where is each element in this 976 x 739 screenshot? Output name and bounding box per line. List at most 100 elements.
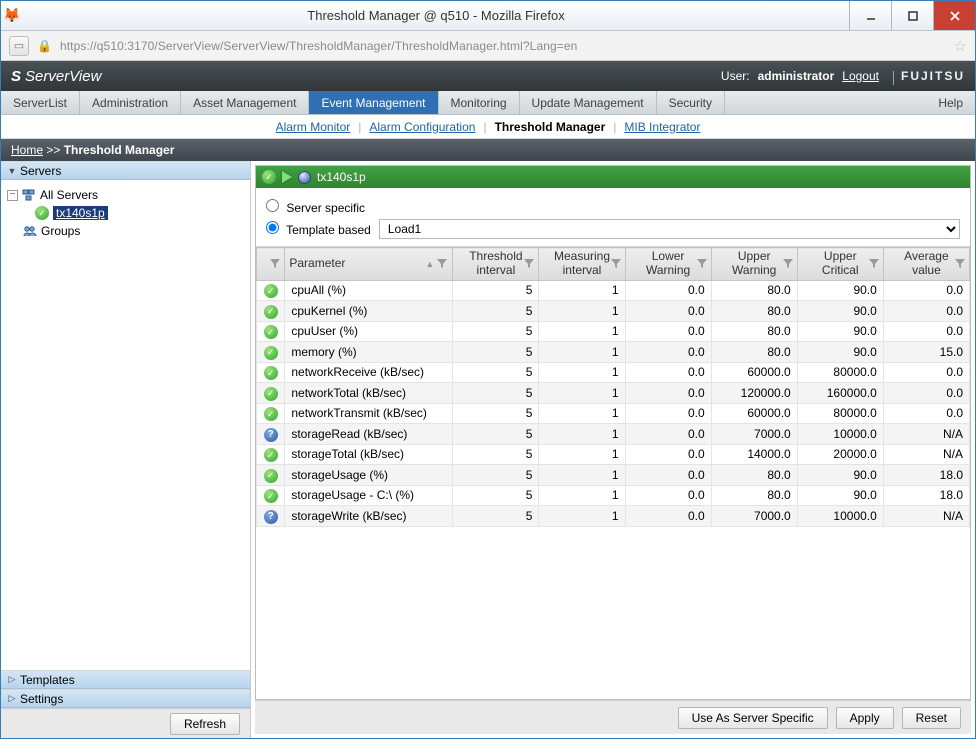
close-button[interactable] xyxy=(933,1,975,30)
tab-update-management[interactable]: Update Management xyxy=(520,91,657,114)
template-select[interactable]: Load1 xyxy=(379,219,960,239)
panel-servers-header[interactable]: ▼ Servers xyxy=(1,161,250,180)
tab-serverlist[interactable]: ServerList xyxy=(1,91,80,114)
col-average-value[interactable]: Averagevalue xyxy=(883,248,969,281)
status-ok-icon: ✓ xyxy=(264,489,278,503)
table-row[interactable]: ✓cpuUser (%)510.080.090.00.0 xyxy=(257,321,970,342)
apply-button[interactable]: Apply xyxy=(836,707,894,729)
breadcrumb-home[interactable]: Home xyxy=(11,143,43,157)
status-info-icon: ? xyxy=(264,510,278,524)
filter-icon[interactable] xyxy=(610,258,622,270)
col-threshold-interval[interactable]: Thresholdinterval xyxy=(453,248,539,281)
url-text[interactable]: https://q510:3170/ServerView/ServerView/… xyxy=(60,39,946,53)
panel-templates-header[interactable]: ▷ Templates xyxy=(1,670,250,689)
cell-upper-warning: 14000.0 xyxy=(711,444,797,465)
maximize-button[interactable] xyxy=(891,1,933,30)
cell-upper-critical: 10000.0 xyxy=(797,424,883,445)
col-lower-warning[interactable]: LowerWarning xyxy=(625,248,711,281)
col-upper-warning[interactable]: UpperWarning xyxy=(711,248,797,281)
filter-icon[interactable] xyxy=(696,258,708,270)
threshold-grid: Parameter▲ Thresholdinterval Measuringin… xyxy=(256,247,970,527)
use-as-server-specific-button[interactable]: Use As Server Specific xyxy=(678,707,828,729)
subnav-alarm-monitor[interactable]: Alarm Monitor xyxy=(276,120,351,134)
status-ok-icon: ✓ xyxy=(264,346,278,360)
tab-security[interactable]: Security xyxy=(657,91,725,114)
cell-average-value: 0.0 xyxy=(883,383,969,404)
cell-lower-warning: 0.0 xyxy=(625,362,711,383)
status-ok-icon: ✓ xyxy=(264,387,278,401)
cell-threshold-interval: 5 xyxy=(453,280,539,301)
table-row[interactable]: ✓networkReceive (kB/sec)510.060000.08000… xyxy=(257,362,970,383)
panel-settings-header[interactable]: ▷ Settings xyxy=(1,689,250,708)
table-row[interactable]: ✓storageUsage (%)510.080.090.018.0 xyxy=(257,465,970,486)
table-row[interactable]: ✓cpuAll (%)510.080.090.00.0 xyxy=(257,280,970,301)
filter-icon[interactable] xyxy=(954,258,966,270)
tree-groups[interactable]: Groups xyxy=(41,224,80,238)
status-ok-icon: ✓ xyxy=(262,170,276,184)
status-ok-icon: ✓ xyxy=(264,305,278,319)
col-measuring-interval[interactable]: Measuringinterval xyxy=(539,248,625,281)
cell-upper-warning: 60000.0 xyxy=(711,403,797,424)
table-row[interactable]: ?storageRead (kB/sec)510.07000.010000.0N… xyxy=(257,424,970,445)
col-status[interactable] xyxy=(257,248,285,281)
play-icon[interactable] xyxy=(282,171,292,183)
minimize-button[interactable] xyxy=(849,1,891,30)
table-row[interactable]: ?storageWrite (kB/sec)510.07000.010000.0… xyxy=(257,506,970,527)
cell-lower-warning: 0.0 xyxy=(625,280,711,301)
cell-parameter: storageUsage (%) xyxy=(285,465,453,486)
cell-parameter: memory (%) xyxy=(285,342,453,363)
table-row[interactable]: ✓storageTotal (kB/sec)510.014000.020000.… xyxy=(257,444,970,465)
left-panel: ▼ Servers − All Servers ✓ tx140s1p xyxy=(1,161,251,738)
tab-monitoring[interactable]: Monitoring xyxy=(439,91,520,114)
radio-template-based-label: Template based xyxy=(286,223,371,237)
subnav-mib-integrator[interactable]: MIB Integrator xyxy=(624,120,700,134)
cell-upper-critical: 90.0 xyxy=(797,321,883,342)
tree-all-servers[interactable]: All Servers xyxy=(40,188,98,202)
col-parameter[interactable]: Parameter▲ xyxy=(285,248,453,281)
radio-template-based[interactable]: Template based xyxy=(266,221,371,237)
tab-asset-management[interactable]: Asset Management xyxy=(181,91,309,114)
tab-event-management[interactable]: Event Management xyxy=(309,91,438,114)
panel-templates-label: Templates xyxy=(20,673,75,687)
filter-icon[interactable] xyxy=(868,258,880,270)
sort-icon[interactable]: ▲ xyxy=(425,259,434,269)
logout-link[interactable]: Logout xyxy=(842,69,879,83)
filter-icon[interactable] xyxy=(269,258,281,270)
table-row[interactable]: ✓networkTotal (kB/sec)510.0120000.016000… xyxy=(257,383,970,404)
status-ok-icon: ✓ xyxy=(264,407,278,421)
cell-upper-critical: 90.0 xyxy=(797,280,883,301)
cell-upper-warning: 7000.0 xyxy=(711,506,797,527)
col-upper-critical[interactable]: UpperCritical xyxy=(797,248,883,281)
tree-expander[interactable]: − xyxy=(7,190,18,201)
expand-icon: ▷ xyxy=(7,674,17,685)
filter-icon[interactable] xyxy=(782,258,794,270)
user-label: User: xyxy=(721,69,750,83)
cell-measuring-interval: 1 xyxy=(539,444,625,465)
cell-threshold-interval: 5 xyxy=(453,444,539,465)
radio-server-specific[interactable]: Server specific xyxy=(266,199,365,215)
table-row[interactable]: ✓cpuKernel (%)510.080.090.00.0 xyxy=(257,301,970,322)
table-row[interactable]: ✓networkTransmit (kB/sec)510.060000.0800… xyxy=(257,403,970,424)
tree-server-selected[interactable]: tx140s1p xyxy=(53,206,108,220)
filter-icon[interactable] xyxy=(523,258,535,270)
cell-parameter: networkTransmit (kB/sec) xyxy=(285,403,453,424)
subnav-alarm-configuration[interactable]: Alarm Configuration xyxy=(369,120,475,134)
cell-lower-warning: 0.0 xyxy=(625,506,711,527)
status-info-icon: ? xyxy=(264,428,278,442)
filter-icon[interactable] xyxy=(437,258,449,270)
reset-button[interactable]: Reset xyxy=(902,707,961,729)
table-row[interactable]: ✓memory (%)510.080.090.015.0 xyxy=(257,342,970,363)
status-ok-icon: ✓ xyxy=(264,325,278,339)
cell-measuring-interval: 1 xyxy=(539,342,625,363)
cell-parameter: cpuKernel (%) xyxy=(285,301,453,322)
subnav-threshold-manager[interactable]: Threshold Manager xyxy=(495,120,606,134)
page-info-button[interactable]: ▭ xyxy=(9,36,29,56)
tab-administration[interactable]: Administration xyxy=(80,91,181,114)
refresh-button[interactable]: Refresh xyxy=(170,713,240,735)
sub-nav: Alarm Monitor| Alarm Configuration| Thre… xyxy=(1,115,975,139)
bookmark-star-icon[interactable]: ☆ xyxy=(954,37,967,55)
table-row[interactable]: ✓storageUsage - C:\ (%)510.080.090.018.0 xyxy=(257,485,970,506)
mode-area: Server specific Template based Load1 xyxy=(256,188,970,247)
cell-measuring-interval: 1 xyxy=(539,424,625,445)
help-link[interactable]: Help xyxy=(926,91,975,114)
